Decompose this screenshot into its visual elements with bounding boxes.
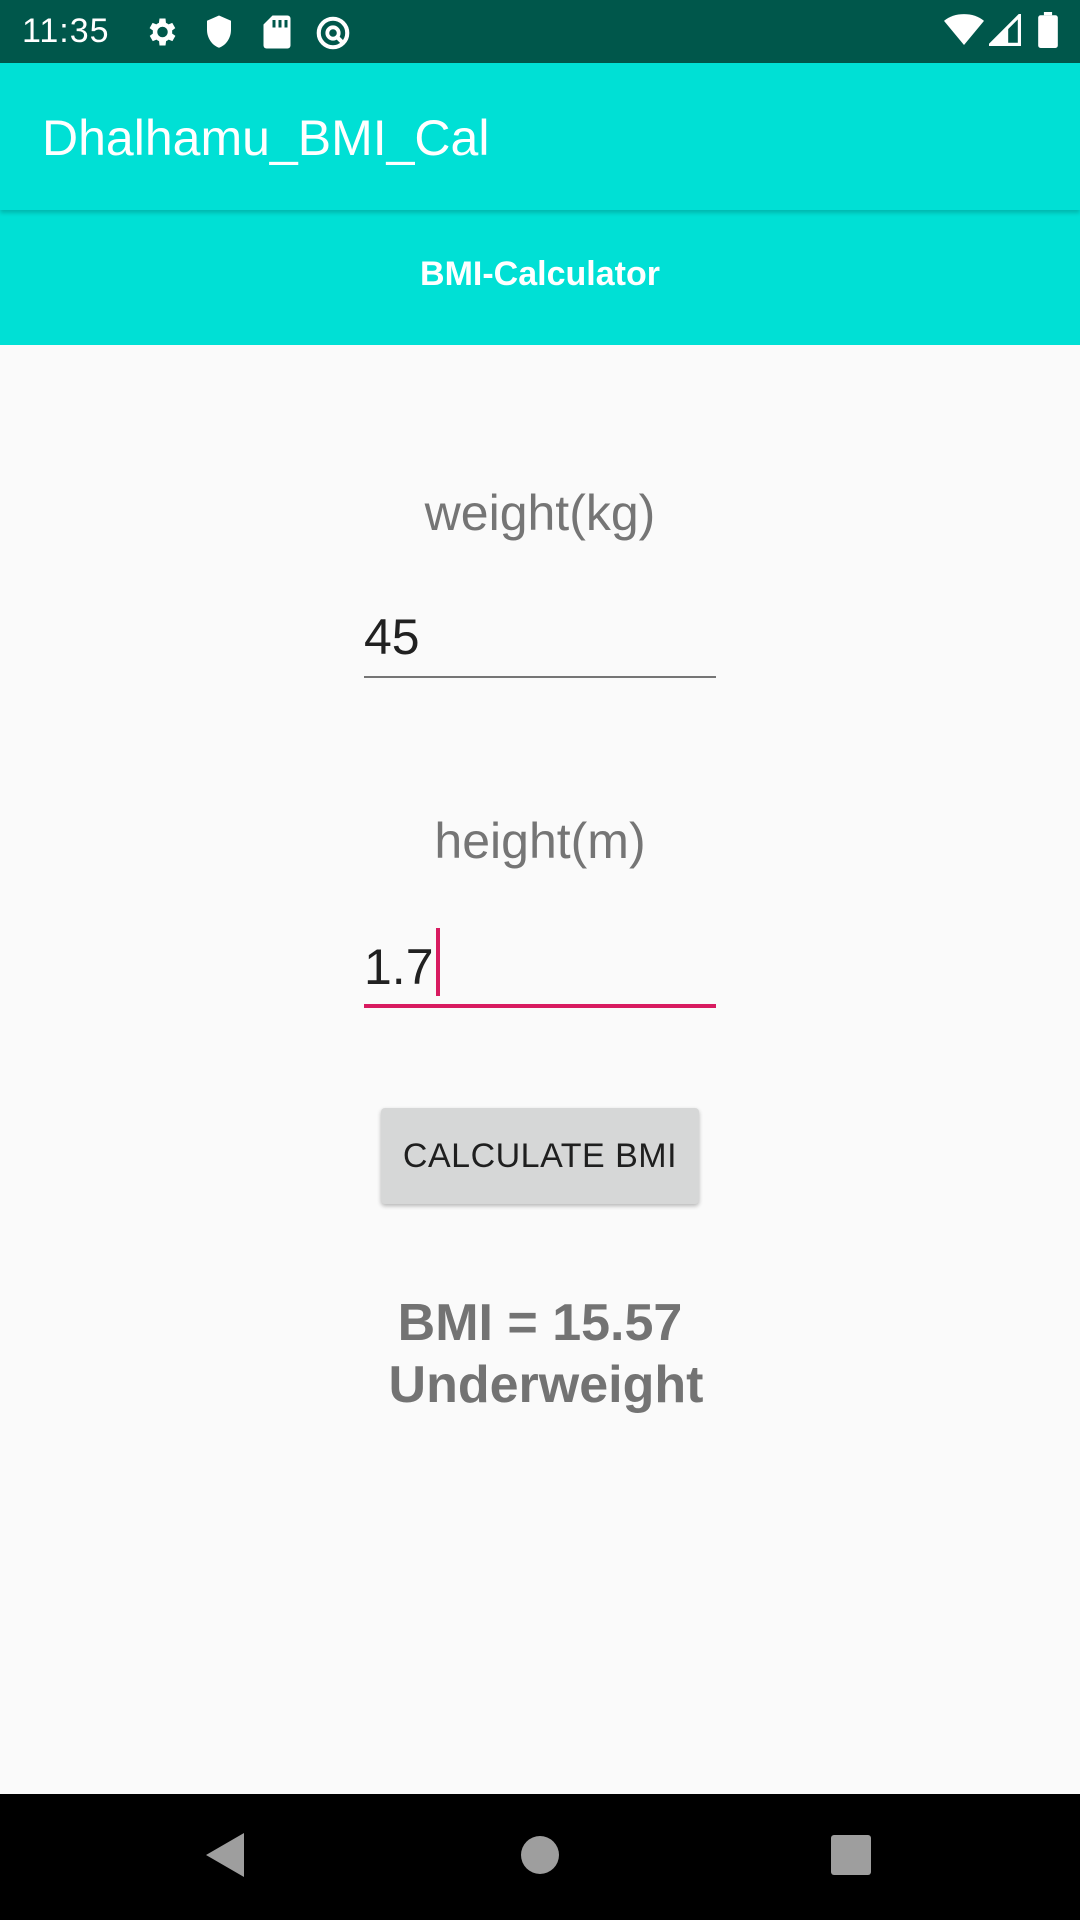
header-subtitle: BMI-Calculator [420, 255, 660, 293]
height-label: height(m) [434, 813, 646, 869]
weight-field[interactable]: 45 [364, 598, 716, 678]
home-icon[interactable] [520, 1831, 560, 1884]
navigation-bar [0, 1794, 1080, 1920]
bmi-result: BMI = 15.57 [397, 1294, 683, 1352]
height-field-underline [364, 1004, 716, 1008]
text-cursor [435, 928, 440, 996]
weight-label: weight(kg) [424, 485, 656, 541]
recents-icon[interactable] [830, 1831, 872, 1884]
wifi-icon [944, 13, 984, 52]
sd-card-icon [262, 14, 292, 55]
status-bar: 11:35 [0, 0, 1080, 63]
app-title: Dhalhamu_BMI_Cal [42, 110, 490, 166]
vpn-icon [314, 14, 352, 57]
weight-field-underline [364, 676, 716, 678]
app-bar: Dhalhamu_BMI_Cal [0, 63, 1080, 210]
height-input-value[interactable]: 1.7 [364, 939, 434, 995]
header-banner: BMI-Calculator [0, 210, 1080, 345]
weight-input-value[interactable]: 45 [364, 608, 420, 666]
cell-signal-icon [986, 11, 1021, 51]
calculate-bmi-button[interactable]: CALCULATE BMI [381, 1108, 699, 1204]
back-icon[interactable] [204, 1831, 246, 1884]
height-input-wrapper[interactable]: 1.7 [364, 928, 440, 996]
status-time: 11:35 [22, 12, 110, 50]
bmi-category: Underweight [388, 1356, 704, 1414]
height-field[interactable]: 1.7 [364, 928, 716, 1008]
shield-icon [203, 14, 235, 55]
gear-icon [143, 14, 179, 55]
battery-icon [1038, 12, 1058, 53]
